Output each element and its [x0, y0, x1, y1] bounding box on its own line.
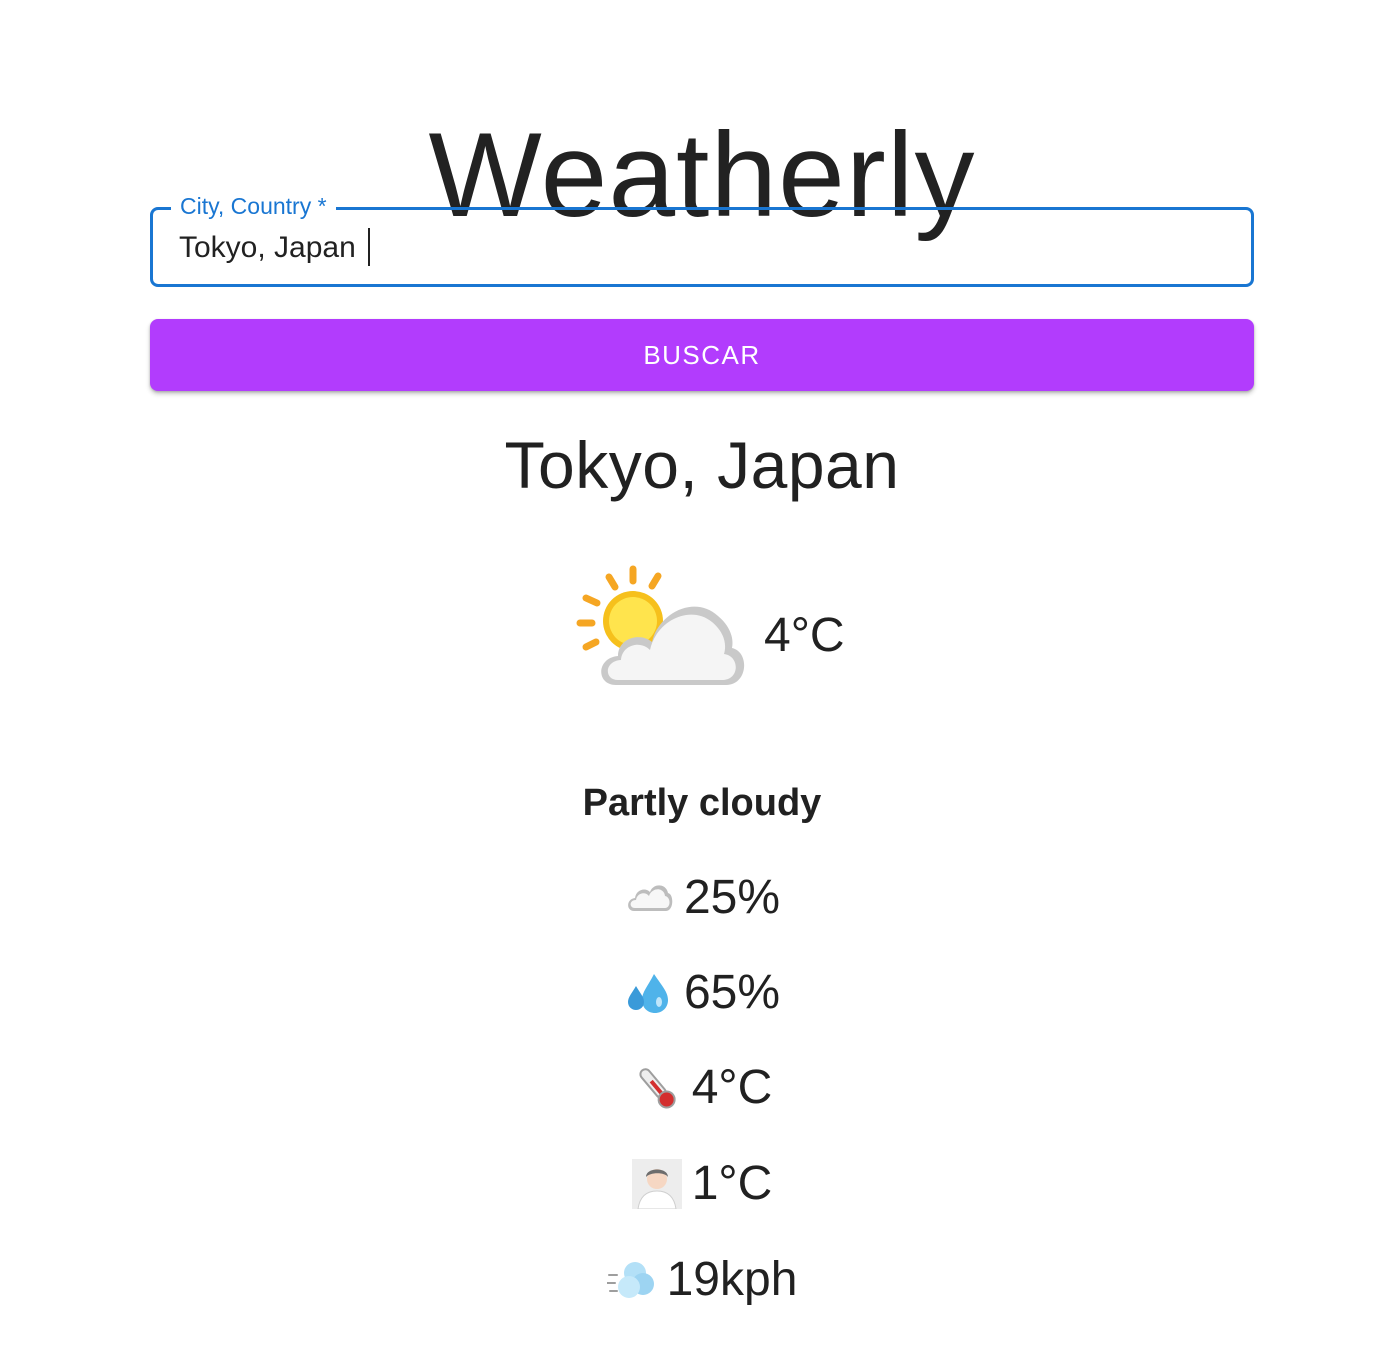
cloud-cover-value: 25%: [683, 871, 781, 924]
text-caret: [368, 228, 370, 266]
wind-speed-stat: 19kph: [0, 1252, 1398, 1312]
current-temperature: 4°C: [764, 609, 845, 662]
feels-like-value: 1°C: [691, 1157, 773, 1210]
sweat-droplets-icon: [624, 968, 674, 1018]
wind-speed-value: 19kph: [666, 1253, 798, 1306]
feels-like-stat: 1°C: [0, 1156, 1398, 1216]
location-name: Tokyo, Japan: [504, 428, 900, 502]
search-button[interactable]: BUSCAR: [150, 319, 1254, 391]
thermometer-icon: [632, 1063, 682, 1113]
person-icon: [631, 1159, 682, 1209]
humidity-stat: 65%: [0, 965, 1398, 1025]
wind-icon: [606, 1255, 657, 1305]
temperature-stat: 4°C: [0, 1060, 1398, 1120]
partly-cloudy-icon: [576, 565, 745, 685]
city-country-input[interactable]: [179, 228, 1219, 268]
city-country-field[interactable]: City, Country *: [150, 193, 1254, 287]
current-weather: 4°C: [576, 564, 856, 694]
weather-condition: Partly cloudy: [582, 782, 822, 824]
temperature-value: 4°C: [691, 1061, 773, 1114]
cloud-icon: [624, 873, 674, 923]
humidity-value: 65%: [683, 966, 781, 1019]
city-country-label: City, Country *: [171, 193, 336, 219]
cloud-cover-stat: 25%: [0, 870, 1398, 930]
